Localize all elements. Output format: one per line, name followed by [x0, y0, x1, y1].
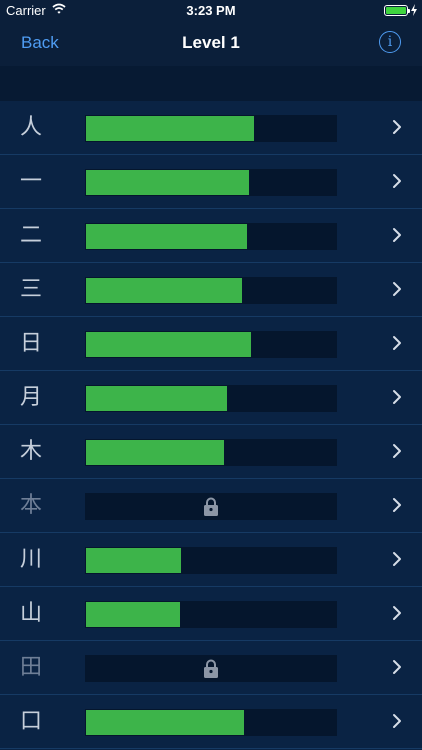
chevron-right-icon	[393, 444, 401, 458]
clock: 3:23 PM	[186, 3, 236, 18]
chevron-right-icon	[393, 714, 401, 728]
kanji-character: 日	[20, 331, 43, 356]
chevron-right-icon	[393, 390, 401, 404]
progress-bar	[85, 655, 337, 682]
chevron-right-icon	[393, 228, 401, 242]
list-item[interactable]: 三	[0, 263, 422, 317]
progress-fill	[86, 602, 180, 627]
progress-bar	[85, 493, 337, 520]
list-item[interactable]: 一	[0, 155, 422, 209]
list-item[interactable]: 人	[0, 101, 422, 155]
progress-fill	[86, 440, 224, 465]
list-item[interactable]: 田	[0, 641, 422, 695]
progress-bar	[85, 709, 337, 736]
progress-bar	[85, 601, 337, 628]
list-item[interactable]: 月	[0, 371, 422, 425]
progress-fill	[86, 170, 249, 195]
status-bar: Carrier 3:23 PM	[0, 0, 422, 22]
progress-bar	[85, 223, 337, 250]
kanji-character: 三	[20, 277, 43, 302]
chevron-right-icon	[393, 660, 401, 674]
progress-fill	[86, 710, 244, 735]
chevron-right-icon	[393, 336, 401, 350]
list-item[interactable]: 日	[0, 317, 422, 371]
list-item[interactable]: 二	[0, 209, 422, 263]
list-item[interactable]: 山	[0, 587, 422, 641]
progress-bar	[85, 169, 337, 196]
kanji-character: 川	[20, 547, 43, 572]
progress-fill	[86, 386, 227, 411]
progress-bar	[85, 277, 337, 304]
kanji-character: 田	[20, 655, 43, 680]
progress-fill	[86, 278, 242, 303]
progress-bar	[85, 547, 337, 574]
navigation-bar: Back Level 1 i	[0, 22, 422, 66]
chevron-right-icon	[393, 498, 401, 512]
lock-icon	[204, 659, 218, 678]
chevron-right-icon	[393, 552, 401, 566]
kanji-character: 一	[20, 169, 43, 194]
list-item[interactable]: 口	[0, 695, 422, 749]
kanji-character: 人	[20, 115, 43, 140]
kanji-character: 月	[20, 385, 43, 410]
charging-bolt-icon	[411, 4, 417, 16]
progress-bar	[85, 115, 337, 142]
kanji-character: 口	[20, 709, 43, 734]
chevron-right-icon	[393, 606, 401, 620]
progress-bar	[85, 331, 337, 358]
kanji-character: 本	[20, 493, 43, 518]
lock-icon	[204, 497, 218, 516]
chevron-right-icon	[393, 282, 401, 296]
kanji-character: 二	[20, 223, 43, 248]
progress-fill	[86, 116, 254, 141]
list-item[interactable]: 川	[0, 533, 422, 587]
progress-fill	[86, 224, 247, 249]
kanji-character: 木	[20, 439, 43, 464]
progress-fill	[86, 548, 181, 573]
list-item[interactable]: 木	[0, 425, 422, 479]
battery-icon	[384, 5, 410, 16]
list-item[interactable]: 本	[0, 479, 422, 533]
kanji-character: 山	[20, 601, 43, 626]
kanji-list: 人一二三日月木本川山田口	[0, 101, 422, 749]
progress-fill	[86, 332, 251, 357]
section-header	[0, 66, 422, 101]
page-title: Level 1	[182, 33, 240, 52]
chevron-right-icon	[393, 174, 401, 188]
progress-bar	[85, 385, 337, 412]
chevron-right-icon	[393, 120, 401, 134]
info-icon[interactable]: i	[379, 31, 401, 53]
progress-bar	[85, 439, 337, 466]
